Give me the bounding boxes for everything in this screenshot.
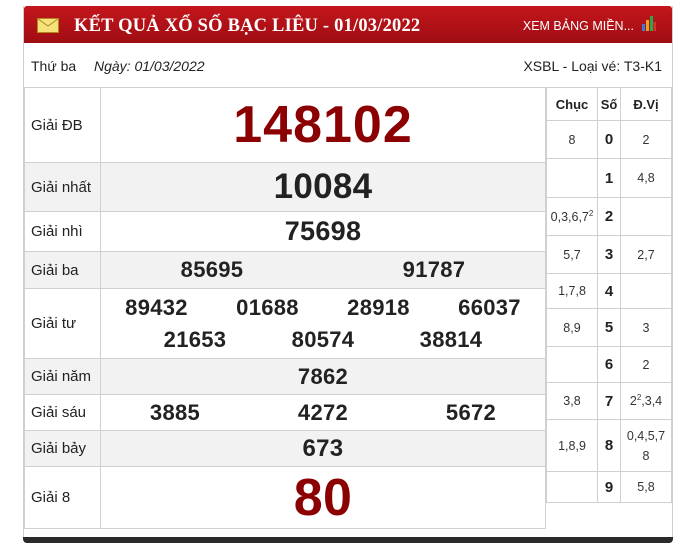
prize-row-g1: Giải nhất 10084 (24, 162, 546, 212)
prize-label: Giải bảy (24, 430, 101, 467)
prize-row-g6: Giải sáu 3885 4272 5672 (24, 394, 546, 431)
loto-row: 6 2 (546, 346, 672, 383)
dv-text: 0,4,5,7 (626, 428, 666, 443)
dv-cell: 2 (620, 120, 672, 159)
prize-label: Giải năm (24, 358, 101, 395)
chuc-cell: 1,7,8 (546, 273, 598, 309)
prize-table: Giải ĐB 148102 Giải nhất 10084 Giải nhì … (24, 87, 546, 529)
prize-row-g4: Giải tư 89432 01688 28918 66037 21653 80… (24, 288, 546, 359)
chuc-text: 0,3,6,7 (550, 210, 589, 225)
results-header: KẾT QUẢ XỔ SỐ BẠC LIÊU - 01/03/2022 XEM … (24, 6, 672, 43)
dv-text: 8 (642, 448, 650, 463)
envelope-icon (37, 18, 59, 33)
page-title: KẾT QUẢ XỔ SỐ BẠC LIÊU - 01/03/2022 (74, 16, 421, 36)
loto-row: 3,8 7 22,3,4 (546, 382, 672, 420)
prize-row-g7: Giải bảy 673 (24, 430, 546, 467)
dv-cell (620, 273, 672, 309)
so-cell: 6 (597, 346, 621, 383)
chuc-cell: 8 (546, 120, 598, 159)
prize-row-g2: Giải nhì 75698 (24, 211, 546, 252)
prize-number: 89432 (125, 294, 188, 320)
prize-number: 75698 (284, 216, 362, 246)
loto-row: 8 0 2 (546, 120, 672, 159)
dv-cell: 2 (620, 346, 672, 383)
view-region-table-link[interactable]: XEM BẢNG MIỀN... (523, 6, 634, 46)
so-cell: 0 (597, 120, 621, 159)
prize-label: Giải 8 (24, 466, 101, 529)
dv-cell: 3 (620, 308, 672, 347)
loto-row: 0,3,6,72 2 (546, 197, 672, 236)
so-cell: 5 (597, 308, 621, 347)
prize-label: Giải tư (24, 288, 101, 359)
prize-label: Giải sáu (24, 394, 101, 431)
col-header-dv: Đ.Vị (620, 87, 672, 121)
chuc-cell (546, 158, 598, 198)
chuc-cell: 0,3,6,72 (546, 197, 598, 236)
loto-row: 8,9 5 3 (546, 308, 672, 347)
prize-number: 10084 (273, 167, 373, 206)
prize-row-g3: Giải ba 85695 91787 (24, 251, 546, 289)
prize-number: 3885 (149, 399, 201, 425)
chuc-cell (546, 471, 598, 503)
prize-number: 80574 (291, 326, 355, 352)
dv-cell: 4,8 (620, 158, 672, 198)
chuc-cell (546, 346, 598, 383)
prize-number: 66037 (458, 294, 521, 320)
prize-number: 4272 (297, 399, 349, 425)
prize-row-g5: Giải năm 7862 (24, 358, 546, 395)
loto-row: 9 5,8 (546, 471, 672, 503)
dv-text: 2 (629, 394, 637, 409)
dv-cell: 22,3,4 (620, 382, 672, 420)
so-cell: 1 (597, 158, 621, 198)
draw-info-bar: Thứ ba Ngày: 01/03/2022 XSBL - Loại vé: … (24, 43, 672, 88)
prize-row-db: Giải ĐB 148102 (24, 87, 546, 163)
prize-label: Giải nhất (24, 162, 101, 212)
loto-row: 5,7 3 2,7 (546, 235, 672, 274)
col-header-chuc: Chục (546, 87, 598, 121)
so-cell: 3 (597, 235, 621, 274)
prize-label: Giải ĐB (24, 87, 101, 163)
prize-number: 91787 (402, 257, 466, 282)
weekday: Thứ ba (31, 58, 77, 74)
prize-number: 38814 (419, 326, 483, 352)
chuc-exponent: 2 (588, 208, 594, 218)
loto-row: 1 4,8 (546, 158, 672, 198)
results-panel: KẾT QUẢ XỔ SỐ BẠC LIÊU - 01/03/2022 XEM … (23, 6, 673, 537)
prize-number: 85695 (180, 257, 244, 282)
dv-cell: 0,4,5,7 8 (620, 419, 672, 472)
loto-table: Chục Số Đ.Vị 8 0 2 1 4,8 0,3,6,72 2 5,7 … (546, 87, 672, 503)
prize-number: 28918 (347, 294, 410, 320)
chuc-cell: 3,8 (546, 382, 598, 420)
prize-label: Giải nhì (24, 211, 101, 252)
prize-row-g8: Giải 8 80 (24, 466, 546, 529)
so-cell: 7 (597, 382, 621, 420)
loto-row: 1,7,8 4 (546, 273, 672, 309)
eighth-prize-number: 80 (293, 468, 353, 527)
panel-bottom-bar (23, 537, 673, 543)
prize-label: Giải ba (24, 251, 101, 289)
so-cell: 9 (597, 471, 621, 503)
dv-cell: 2,7 (620, 235, 672, 274)
prize-number: 7862 (297, 363, 349, 389)
loto-row: 1,8,9 8 0,4,5,7 8 (546, 419, 672, 472)
chuc-cell: 8,9 (546, 308, 598, 347)
draw-date: Ngày: 01/03/2022 (94, 58, 205, 74)
so-cell: 2 (597, 197, 621, 236)
ticket-type: XSBL - Loại vé: T3-K1 (523, 58, 662, 74)
dv-cell (620, 197, 672, 236)
prize-number: 5672 (445, 399, 497, 425)
dv-text: ,3,4 (641, 394, 663, 409)
col-header-so: Số (597, 87, 621, 121)
bar-chart-icon[interactable] (642, 15, 656, 31)
prize-number: 673 (302, 434, 344, 462)
chuc-cell: 5,7 (546, 235, 598, 274)
so-cell: 8 (597, 419, 621, 472)
prize-number: 01688 (236, 294, 299, 320)
so-cell: 4 (597, 273, 621, 309)
prize-number: 21653 (163, 326, 227, 352)
chuc-cell: 1,8,9 (546, 419, 598, 472)
special-prize-number: 148102 (233, 96, 413, 154)
dv-cell: 5,8 (620, 471, 672, 503)
